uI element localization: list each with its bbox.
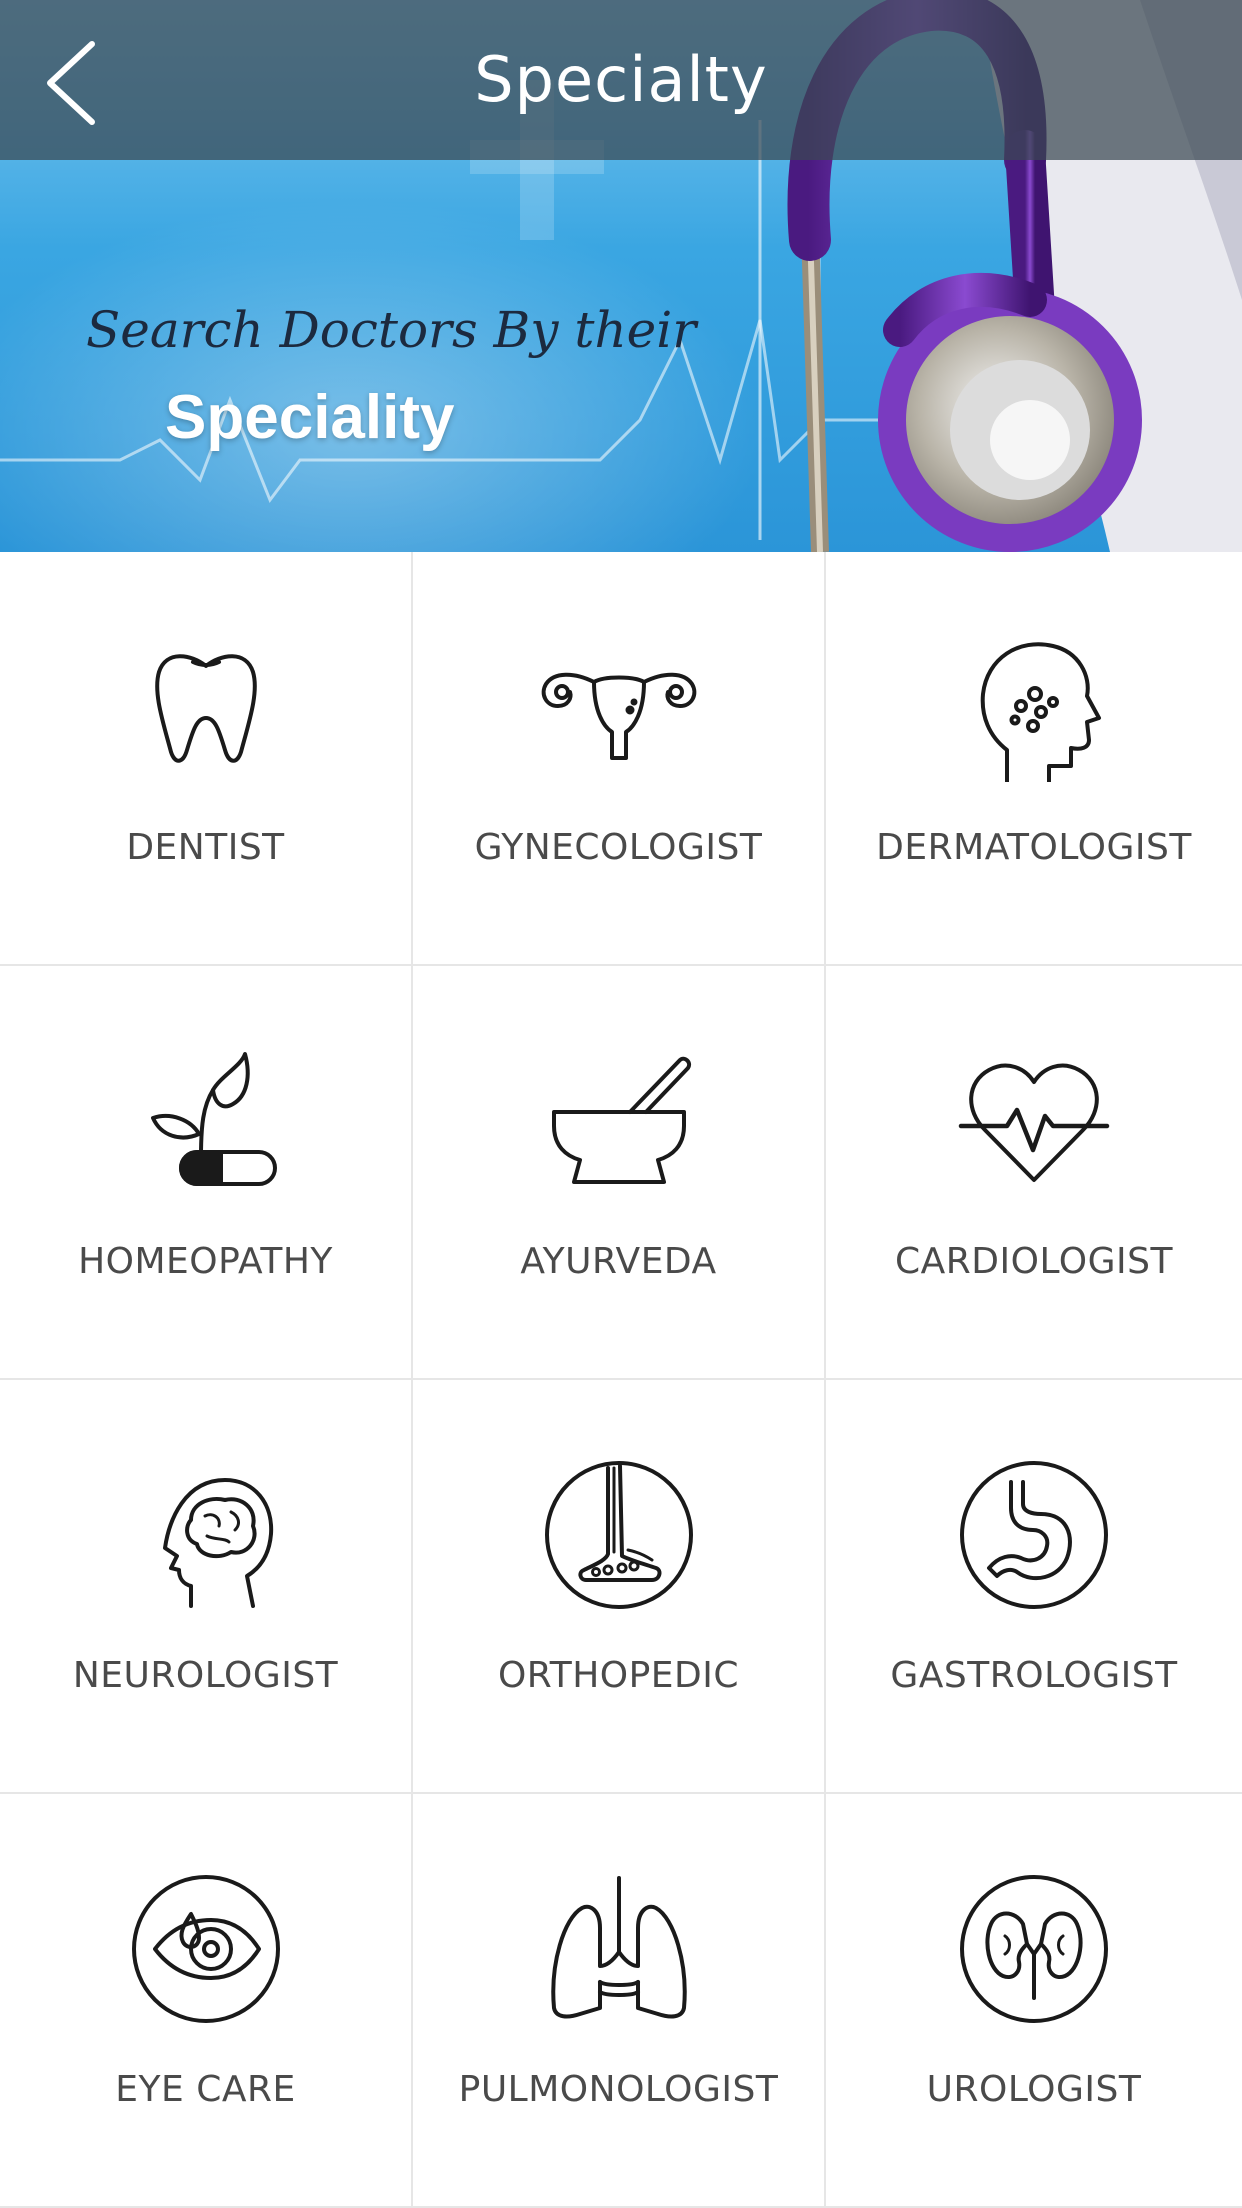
specialty-tile-urologist[interactable]: UROLOGIST [826, 1794, 1242, 2208]
tooth-icon [121, 632, 291, 782]
specialty-grid: DENTIST GYNECOLOGIST DERMATOLOGIST HOMEO… [0, 552, 1242, 2208]
stomach-icon [949, 1460, 1119, 1610]
specialty-tile-eye-care[interactable]: EYE CARE [0, 1794, 413, 2208]
specialty-label: GYNECOLOGIST [474, 827, 763, 868]
specialty-label: CARDIOLOGIST [895, 1241, 1173, 1282]
specialty-label: EYE CARE [115, 2069, 296, 2110]
specialty-label: DERMATOLOGIST [876, 827, 1192, 868]
eye-icon [121, 1874, 291, 2024]
specialty-label: ORTHOPEDIC [497, 1655, 740, 1696]
banner-tagline: Search Doctors By their [86, 301, 697, 359]
specialty-tile-gastrologist[interactable]: GASTROLOGIST [826, 1380, 1242, 1794]
specialty-tile-dermatologist[interactable]: DERMATOLOGIST [826, 552, 1242, 966]
face-skin-icon [949, 632, 1119, 784]
specialty-tile-neurologist[interactable]: NEUROLOGIST [0, 1380, 413, 1794]
lungs-icon [534, 1874, 704, 2024]
specialty-label: NEUROLOGIST [72, 1655, 339, 1696]
leaf-pill-icon [121, 1046, 291, 1196]
hero-banner: Specialty Search Doctors By their Specia… [0, 0, 1242, 552]
specialty-label: DENTIST [126, 827, 285, 868]
specialty-tile-orthopedic[interactable]: ORTHOPEDIC [413, 1380, 826, 1794]
specialty-tile-pulmonologist[interactable]: PULMONOLOGIST [413, 1794, 826, 2208]
foot-bone-icon [534, 1460, 704, 1610]
heart-pulse-icon [949, 1046, 1119, 1196]
page-title: Specialty [474, 43, 768, 116]
mortar-pestle-icon [534, 1046, 704, 1196]
specialty-tile-homeopathy[interactable]: HOMEOPATHY [0, 966, 413, 1380]
specialty-screen: Specialty Search Doctors By their Specia… [0, 0, 1242, 2208]
specialty-label: AYURVEDA [520, 1241, 717, 1282]
banner-heading: Speciality [165, 383, 455, 452]
specialty-label: PULMONOLOGIST [458, 2069, 779, 2110]
specialty-tile-dentist[interactable]: DENTIST [0, 552, 413, 966]
uterus-icon [534, 632, 704, 782]
specialty-tile-gynecologist[interactable]: GYNECOLOGIST [413, 552, 826, 966]
specialty-tile-cardiologist[interactable]: CARDIOLOGIST [826, 966, 1242, 1380]
specialty-label: UROLOGIST [926, 2069, 1142, 2110]
specialty-label: HOMEOPATHY [78, 1241, 333, 1282]
brain-head-icon [121, 1460, 291, 1610]
specialty-label: GASTROLOGIST [890, 1655, 1178, 1696]
title-bar: Specialty [0, 0, 1242, 160]
specialty-tile-ayurveda[interactable]: AYURVEDA [413, 966, 826, 1380]
kidneys-icon [949, 1874, 1119, 2024]
